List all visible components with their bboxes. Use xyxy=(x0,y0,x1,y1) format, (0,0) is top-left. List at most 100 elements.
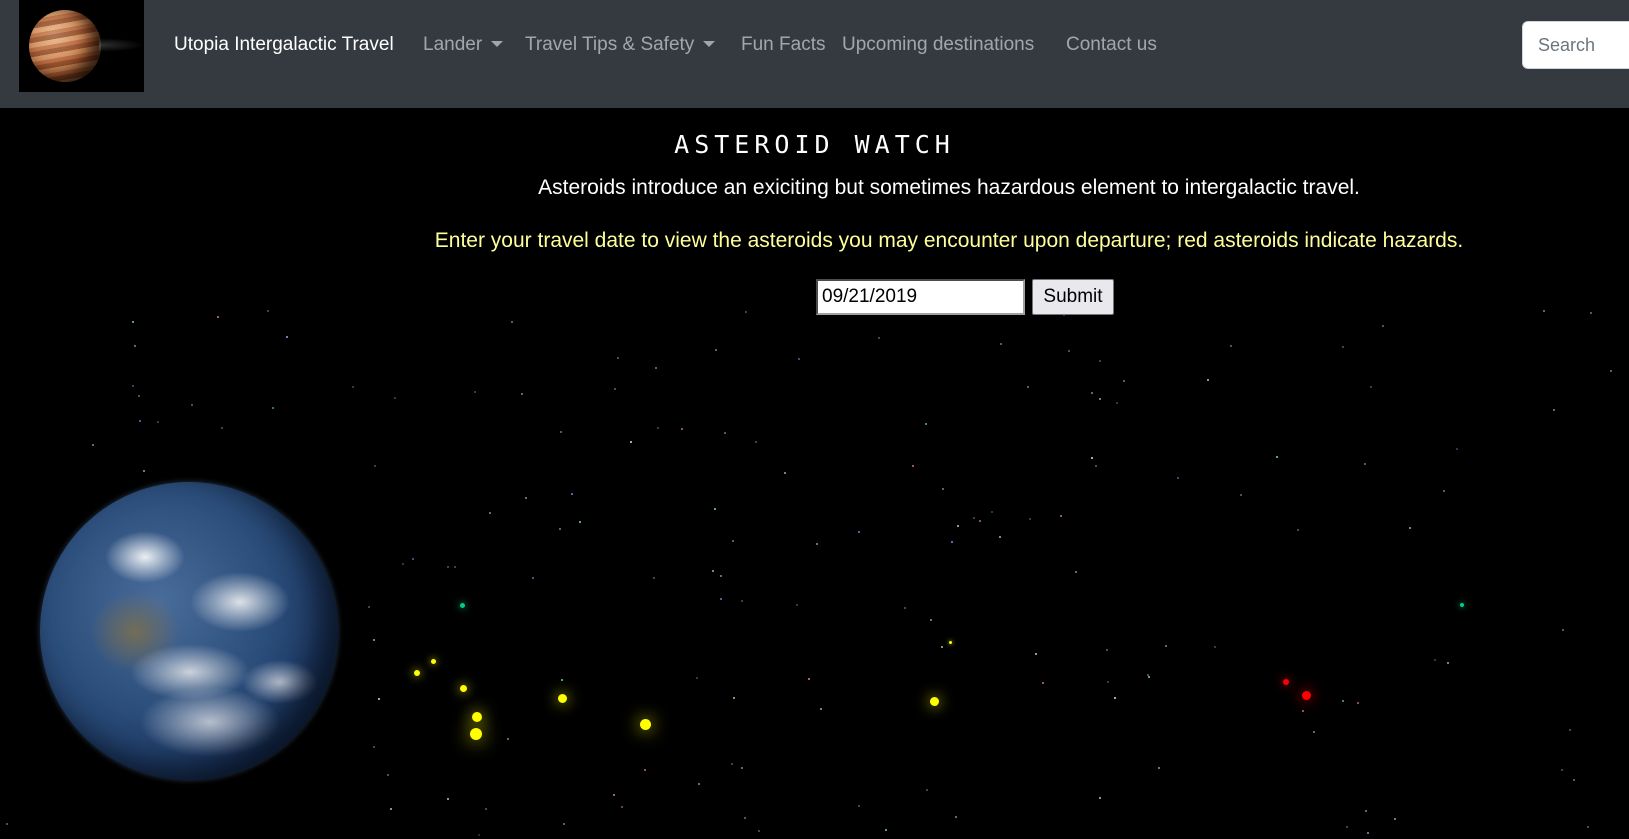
star xyxy=(286,336,288,338)
page-title: Asteroid Watch xyxy=(674,130,955,159)
star xyxy=(657,427,659,429)
star xyxy=(368,606,370,608)
star xyxy=(1068,350,1070,352)
star xyxy=(1107,681,1109,683)
star xyxy=(1099,360,1101,362)
star xyxy=(1370,386,1372,388)
star xyxy=(1590,312,1592,314)
star xyxy=(1177,477,1179,479)
star xyxy=(507,738,509,740)
nav-item-label: Contact us xyxy=(1066,34,1157,55)
star xyxy=(352,386,354,388)
star xyxy=(447,566,449,568)
star xyxy=(402,563,404,565)
star xyxy=(1240,494,1242,496)
star xyxy=(390,808,392,810)
star xyxy=(394,397,396,399)
star xyxy=(157,421,159,423)
nav-item-label: Travel Tips & Safety xyxy=(525,34,695,55)
brand-link[interactable]: Utopia Intergalactic Travel xyxy=(174,34,394,56)
star xyxy=(798,358,800,360)
caret-down-icon xyxy=(491,41,504,47)
star xyxy=(1569,729,1571,731)
star xyxy=(143,470,145,472)
star xyxy=(561,679,563,681)
nav-item-fun-facts[interactable]: Fun Facts xyxy=(741,34,825,56)
star xyxy=(1060,515,1062,517)
star xyxy=(745,311,747,313)
star xyxy=(1165,645,1167,647)
star xyxy=(858,531,860,533)
caret-down-icon xyxy=(703,41,716,47)
star xyxy=(272,407,274,409)
star xyxy=(1147,674,1149,676)
star xyxy=(1587,826,1589,828)
star xyxy=(191,404,193,406)
star xyxy=(732,540,734,542)
star xyxy=(474,391,476,393)
star xyxy=(1382,325,1384,327)
star xyxy=(1364,463,1366,465)
star xyxy=(560,431,562,433)
star xyxy=(1297,529,1299,531)
star xyxy=(715,349,717,351)
star xyxy=(374,465,376,467)
star xyxy=(712,570,714,572)
star xyxy=(412,558,414,560)
asteroid xyxy=(414,670,420,676)
star xyxy=(1573,779,1575,781)
star xyxy=(755,441,757,443)
star xyxy=(217,316,219,318)
star xyxy=(132,321,134,323)
star xyxy=(796,604,798,606)
search-input[interactable] xyxy=(1522,21,1629,69)
star xyxy=(930,619,932,621)
star xyxy=(532,577,534,579)
nav-item-contact-us[interactable]: Contact us xyxy=(1066,34,1157,56)
star xyxy=(784,472,786,474)
star xyxy=(1042,682,1044,684)
star xyxy=(521,393,523,395)
star xyxy=(644,769,646,771)
star xyxy=(741,600,743,602)
star xyxy=(1365,810,1367,812)
star xyxy=(973,517,975,519)
travel-date-input[interactable] xyxy=(816,279,1025,315)
star xyxy=(1434,659,1436,661)
navbar: Utopia Intergalactic Travel Lander Trave… xyxy=(0,0,1629,108)
nav-item-lander[interactable]: Lander xyxy=(423,34,504,56)
star xyxy=(1447,662,1449,664)
earth-image xyxy=(40,482,338,780)
star xyxy=(653,577,655,579)
star xyxy=(1099,398,1101,400)
intro-text: Asteroids introduce an exiciting but som… xyxy=(538,176,1360,199)
star xyxy=(617,357,619,359)
star xyxy=(758,830,760,832)
star xyxy=(957,525,959,527)
nav-item-travel-tips[interactable]: Travel Tips & Safety xyxy=(525,34,716,56)
star xyxy=(724,432,726,434)
star xyxy=(744,817,746,819)
submit-button[interactable]: Submit xyxy=(1032,279,1114,315)
star xyxy=(1276,456,1278,458)
logo-jupiter-image[interactable] xyxy=(19,0,144,92)
star xyxy=(267,310,269,312)
star xyxy=(1456,448,1458,450)
star xyxy=(1099,797,1101,799)
star xyxy=(511,321,513,323)
star xyxy=(741,767,743,769)
star xyxy=(1367,832,1369,834)
star xyxy=(904,607,906,609)
star xyxy=(614,388,616,390)
star xyxy=(1029,518,1031,520)
star xyxy=(1027,386,1029,388)
nav-item-upcoming-destinations[interactable]: Upcoming destinations xyxy=(842,34,1034,56)
asteroid xyxy=(557,693,567,703)
star xyxy=(1214,646,1216,648)
star xyxy=(132,385,134,387)
star xyxy=(733,697,735,699)
star xyxy=(630,441,632,443)
star xyxy=(720,575,722,577)
logo-streak xyxy=(99,38,144,52)
jupiter-icon xyxy=(29,10,101,82)
